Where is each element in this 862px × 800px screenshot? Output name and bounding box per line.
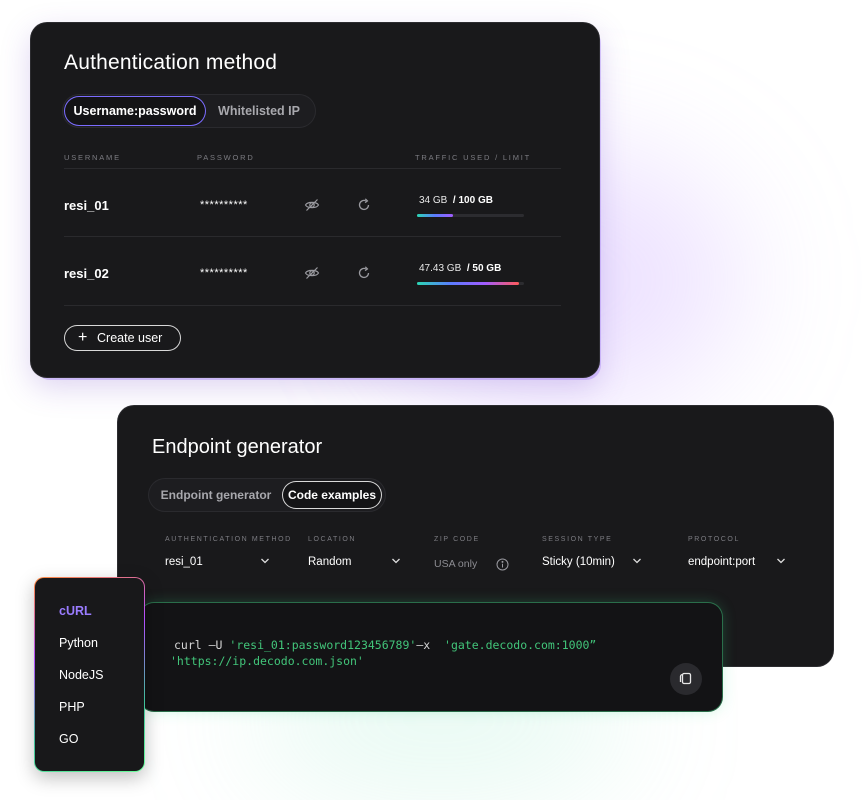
endpoint-tabs: Endpoint generator Code examples xyxy=(148,478,386,512)
row-divider xyxy=(64,168,561,169)
column-header-password: PASSWORD xyxy=(197,153,255,162)
session-type-select[interactable]: Sticky (10min) xyxy=(542,556,615,568)
create-user-label: Create user xyxy=(97,331,163,345)
traffic-limit: / 50 GB xyxy=(466,263,502,274)
password-cell: ********** xyxy=(200,267,248,279)
plus-icon: + xyxy=(78,329,88,346)
traffic-progress-fill xyxy=(417,282,519,285)
field-label-session-type: SESSION TYPE xyxy=(542,536,613,543)
language-item-php[interactable]: PHP xyxy=(59,700,85,714)
auth-card-title: Authentication method xyxy=(64,51,278,74)
chevron-down-icon[interactable] xyxy=(776,557,786,565)
code-url: 'https://ip.decodo.com.json' xyxy=(170,654,364,668)
code-line-2[interactable]: 'https://ip.decodo.com.json' xyxy=(170,654,364,668)
traffic-limit: / 100 GB xyxy=(452,195,493,206)
create-user-button[interactable]: + Create user xyxy=(64,325,181,351)
tab-username-password[interactable]: Username:password xyxy=(65,97,205,125)
username-cell: resi_02 xyxy=(64,266,109,281)
location-select[interactable]: Random xyxy=(308,556,351,568)
language-selector: cURL Python NodeJS PHP GO xyxy=(34,577,145,772)
auth-method-select[interactable]: resi_01 xyxy=(165,556,203,568)
traffic-progress-fill xyxy=(417,214,454,217)
chevron-down-icon[interactable] xyxy=(632,557,642,565)
column-header-traffic: TRAFFIC USED / LIMIT xyxy=(415,153,532,162)
code-credentials: 'resi_01:password123456789' xyxy=(229,638,417,652)
field-label-location: LOCATION xyxy=(308,536,357,543)
tab-whitelisted-ip[interactable]: Whitelisted IP xyxy=(209,97,309,125)
traffic-progress-bar xyxy=(417,282,524,285)
password-cell: ********** xyxy=(200,199,248,211)
chevron-down-icon[interactable] xyxy=(391,557,401,565)
row-divider xyxy=(64,305,561,306)
field-label-auth-method: AUTHENTICATION METHOD xyxy=(165,536,292,543)
chevron-down-icon[interactable] xyxy=(260,557,270,565)
auth-method-tabs: Username:password Whitelisted IP xyxy=(62,94,316,128)
username-cell: resi_01 xyxy=(64,198,109,213)
copy-icon xyxy=(679,672,692,685)
traffic-readout: 34 GB / 100 GB xyxy=(419,195,493,206)
info-icon[interactable] xyxy=(496,558,509,571)
code-example-panel: curl –U 'resi_01:password123456789'–x 'g… xyxy=(140,603,722,711)
refresh-icon[interactable] xyxy=(356,265,372,281)
traffic-used: 34 GB xyxy=(419,195,448,206)
traffic-readout: 47.43 GB / 50 GB xyxy=(419,263,501,274)
protocol-select[interactable]: endpoint:port xyxy=(688,556,755,568)
zip-code-value: USA only xyxy=(434,558,478,570)
eye-off-icon[interactable] xyxy=(304,265,320,281)
field-label-protocol: PROTOCOL xyxy=(688,536,740,543)
endpoint-card-title: Endpoint generator xyxy=(152,436,323,458)
language-item-nodejs[interactable]: NodeJS xyxy=(59,668,103,682)
row-divider xyxy=(64,236,561,237)
traffic-progress-bar xyxy=(417,214,524,217)
copy-button[interactable] xyxy=(670,663,702,695)
language-item-python[interactable]: Python xyxy=(59,636,98,650)
code-host: 'gate.decodo.com:1000” xyxy=(444,638,597,652)
field-label-zip-code: ZIP CODE xyxy=(434,536,480,543)
eye-off-icon[interactable] xyxy=(304,197,320,213)
column-header-username: USERNAME xyxy=(64,153,121,162)
tab-endpoint-generator[interactable]: Endpoint generator xyxy=(154,481,278,509)
language-item-curl[interactable]: cURL xyxy=(59,604,92,618)
code-line-1[interactable]: curl –U 'resi_01:password123456789'–x 'g… xyxy=(174,638,596,652)
refresh-icon[interactable] xyxy=(356,197,372,213)
code-command: curl –U xyxy=(174,638,230,652)
authentication-method-card: Authentication method Username:password … xyxy=(31,23,599,377)
language-item-go[interactable]: GO xyxy=(59,732,78,746)
tab-code-examples[interactable]: Code examples xyxy=(282,481,382,509)
code-flag: –x xyxy=(416,638,445,652)
traffic-used: 47.43 GB xyxy=(419,263,462,274)
